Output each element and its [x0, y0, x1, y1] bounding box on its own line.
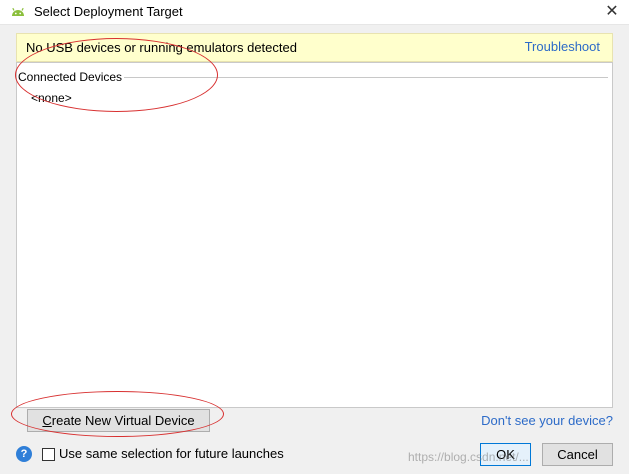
close-button[interactable]: ✕ [595, 0, 629, 24]
dont-see-device-link[interactable]: Don't see your device? [481, 413, 613, 428]
window-title: Select Deployment Target [34, 4, 183, 19]
create-button-mnemonic: C [42, 413, 52, 428]
title-bar: Select Deployment Target ✕ [0, 0, 629, 25]
banner-message: No USB devices or running emulators dete… [26, 40, 297, 55]
warning-banner: No USB devices or running emulators dete… [16, 33, 613, 62]
android-icon [12, 7, 24, 16]
same-selection-checkbox[interactable] [42, 448, 55, 461]
no-devices-text: <none> [31, 91, 72, 105]
create-virtual-device-button[interactable]: Create New Virtual Device [27, 409, 210, 432]
device-list-panel: Connected Devices <none> [16, 62, 613, 408]
troubleshoot-link[interactable]: Troubleshoot [525, 39, 600, 54]
help-icon[interactable]: ? [16, 446, 32, 462]
connected-devices-header: Connected Devices [18, 70, 123, 84]
close-icon: ✕ [605, 3, 619, 20]
section-divider [124, 77, 608, 78]
watermark: https://blog.csdn.net/... [408, 450, 529, 464]
cancel-button[interactable]: Cancel [542, 443, 613, 466]
same-selection-label[interactable]: Use same selection for future launches [59, 446, 284, 461]
create-button-label: reate New Virtual Device [51, 413, 195, 428]
